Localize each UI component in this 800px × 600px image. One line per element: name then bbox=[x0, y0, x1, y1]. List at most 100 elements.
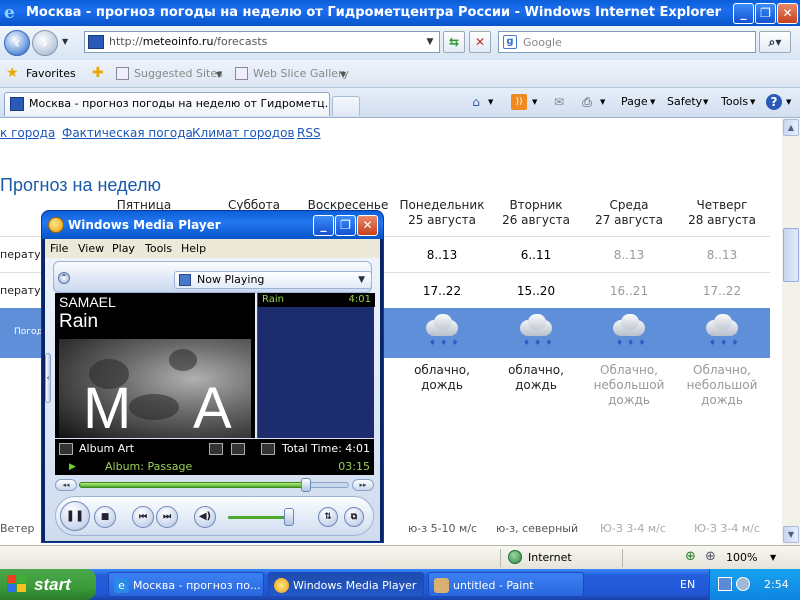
feeds-icon[interactable]: )) bbox=[511, 94, 527, 110]
scroll-up-button[interactable]: ▲ bbox=[783, 119, 799, 136]
tools-menu[interactable]: Tools bbox=[721, 95, 748, 108]
link-city-climate[interactable]: Климат городов bbox=[192, 126, 295, 140]
back-button[interactable]: ‹ bbox=[4, 30, 30, 56]
zoom-icon[interactable]: ⊕ bbox=[705, 549, 716, 564]
clock[interactable]: 2:54 bbox=[764, 569, 789, 600]
stop-button-wmp[interactable]: ■ bbox=[94, 506, 116, 528]
web-slice-gallery-link[interactable]: Web Slice Gallery bbox=[253, 67, 349, 80]
seek-thumb[interactable] bbox=[301, 478, 311, 492]
tools-dropdown-icon[interactable]: ▼ bbox=[750, 98, 755, 106]
playlist-item[interactable]: Rain 4:01 bbox=[258, 293, 375, 307]
print-icon[interactable]: ⎙ bbox=[579, 94, 595, 110]
menu-help[interactable]: Help bbox=[181, 242, 206, 255]
wmp-title-bar[interactable]: Windows Media Player _ ❐ ✕ bbox=[42, 211, 383, 239]
menu-file[interactable]: File bbox=[50, 242, 68, 255]
print-dropdown-icon[interactable]: ▼ bbox=[600, 98, 605, 106]
maximize-button[interactable]: ❐ bbox=[755, 3, 776, 24]
start-button[interactable]: start bbox=[0, 569, 96, 600]
seek-bar[interactable]: ◂◂ ▸▸ bbox=[55, 477, 374, 493]
forward-button[interactable]: › bbox=[32, 30, 58, 56]
menu-tools[interactable]: Tools bbox=[145, 242, 172, 255]
refresh-button[interactable]: ⇆ bbox=[443, 31, 465, 53]
wind-cell: ю-з 5-10 м/с bbox=[408, 522, 478, 535]
zoom-dropdown-icon[interactable]: ▼ bbox=[770, 553, 776, 562]
next-button[interactable]: ⏭ bbox=[156, 506, 178, 528]
album-art-label: Album Art bbox=[79, 442, 135, 455]
search-button[interactable]: ⌕▾ bbox=[759, 31, 791, 53]
web-slice-dropdown-icon[interactable]: ▼ bbox=[340, 70, 346, 79]
status-separator bbox=[622, 549, 623, 567]
task-wmp[interactable]: Windows Media Player bbox=[268, 572, 424, 597]
info-bar: Album Art Total Time: 4:01 bbox=[55, 439, 374, 459]
menu-play[interactable]: Play bbox=[112, 242, 135, 255]
task-paint[interactable]: untitled - Paint bbox=[428, 572, 584, 597]
wmp-maximize-button[interactable]: ❐ bbox=[335, 215, 356, 236]
address-bar[interactable]: http://meteoinfo.ru/forecasts ▼ bbox=[84, 31, 440, 53]
page-menu[interactable]: Page bbox=[621, 95, 648, 108]
volume-slider-thumb[interactable] bbox=[284, 508, 294, 526]
new-tab-button[interactable] bbox=[332, 96, 360, 116]
mail-icon[interactable]: ✉ bbox=[551, 94, 567, 110]
taskbar: start e Москва - прогноз по... Windows M… bbox=[0, 569, 800, 600]
save-playlist-icon[interactable] bbox=[261, 443, 275, 455]
pause-button[interactable]: ❚❚ bbox=[60, 501, 90, 531]
suggested-dropdown-icon[interactable]: ▼ bbox=[216, 70, 222, 79]
row-label-wind: Ветер bbox=[0, 522, 35, 535]
page-dropdown-icon[interactable]: ▼ bbox=[650, 98, 655, 106]
link-cities[interactable]: к города bbox=[0, 126, 55, 140]
art-letter: M bbox=[83, 376, 132, 441]
previous-button[interactable]: ⏮ bbox=[132, 506, 154, 528]
menu-view[interactable]: View bbox=[78, 242, 104, 255]
tab-meteoinfo[interactable]: Москва - прогноз погоды на неделю от Гид… bbox=[4, 92, 330, 116]
suggested-sites-link[interactable]: Suggested Sites bbox=[134, 67, 223, 80]
now-playing-dropdown[interactable]: Now Playing ▼ bbox=[174, 271, 372, 289]
mute-button[interactable]: ◀) bbox=[194, 506, 216, 528]
wmp-minimize-button[interactable]: _ bbox=[313, 215, 334, 236]
day-header: Вторник 26 августа bbox=[502, 198, 570, 227]
show-menu-icon[interactable]: ⌃ bbox=[58, 272, 70, 284]
network-icon[interactable] bbox=[718, 577, 732, 591]
scroll-thumb[interactable] bbox=[783, 228, 799, 282]
day-header: Понедельник 25 августа bbox=[399, 198, 485, 227]
link-rss[interactable]: RSS bbox=[297, 126, 321, 140]
task-ie[interactable]: e Москва - прогноз по... bbox=[108, 572, 264, 597]
hide-panel-handle[interactable]: ‹ bbox=[45, 353, 51, 403]
wmp-window[interactable]: Windows Media Player _ ❐ ✕ File View Pla… bbox=[41, 210, 384, 543]
full-mode-icon[interactable]: ⧉ bbox=[344, 507, 364, 527]
help-icon[interactable]: ? bbox=[766, 94, 782, 110]
close-button[interactable]: ✕ bbox=[777, 3, 798, 24]
link-actual-weather[interactable]: Фактическая погода bbox=[62, 126, 193, 140]
wmp-close-button[interactable]: ✕ bbox=[357, 215, 378, 236]
weather-description: Облачно, небольшой дождь bbox=[686, 363, 758, 407]
shuffle-icon[interactable] bbox=[209, 443, 223, 455]
favorites-button[interactable]: Favorites bbox=[26, 67, 76, 80]
language-indicator[interactable]: EN bbox=[680, 569, 695, 600]
repeat-icon[interactable] bbox=[231, 443, 245, 455]
help-dropdown-icon[interactable]: ▼ bbox=[786, 98, 791, 106]
home-icon[interactable]: ⌂ bbox=[468, 94, 484, 110]
seek-forward-icon[interactable]: ▸▸ bbox=[352, 479, 374, 491]
ie-title-bar[interactable]: e Москва - прогноз погоды на неделю от Г… bbox=[0, 0, 800, 26]
seek-progress bbox=[79, 482, 306, 488]
seek-back-icon[interactable]: ◂◂ bbox=[55, 479, 77, 491]
add-favorite-icon[interactable]: ✚ bbox=[92, 65, 104, 81]
minimize-button[interactable]: _ bbox=[733, 3, 754, 24]
page-scrollbar[interactable]: ▲ ▼ bbox=[782, 118, 800, 545]
feeds-dropdown-icon[interactable]: ▼ bbox=[532, 98, 537, 106]
wind-cell: Ю-З 3-4 м/с bbox=[694, 522, 760, 535]
scroll-down-button[interactable]: ▼ bbox=[783, 526, 799, 543]
safety-dropdown-icon[interactable]: ▼ bbox=[703, 98, 708, 106]
web-slice-icon bbox=[235, 67, 248, 80]
search-input[interactable]: g Google bbox=[498, 31, 756, 53]
stop-button[interactable]: ✕ bbox=[469, 31, 491, 53]
zoom-level[interactable]: 100% bbox=[726, 551, 757, 564]
volume-tray-icon[interactable] bbox=[736, 577, 750, 591]
ie-status-bar: Internet ⊕ ⊕ 100% ▼ bbox=[0, 545, 800, 569]
address-dropdown-icon[interactable]: ▼ bbox=[423, 34, 437, 50]
album-art-icon[interactable] bbox=[59, 443, 73, 455]
switch-skin-icon[interactable]: ⇅ bbox=[318, 507, 338, 527]
safety-menu[interactable]: Safety bbox=[667, 95, 702, 108]
recent-pages-dropdown-icon[interactable]: ▼ bbox=[62, 37, 68, 46]
home-dropdown-icon[interactable]: ▼ bbox=[488, 98, 493, 106]
protected-mode-icon[interactable]: ⊕ bbox=[685, 549, 696, 564]
